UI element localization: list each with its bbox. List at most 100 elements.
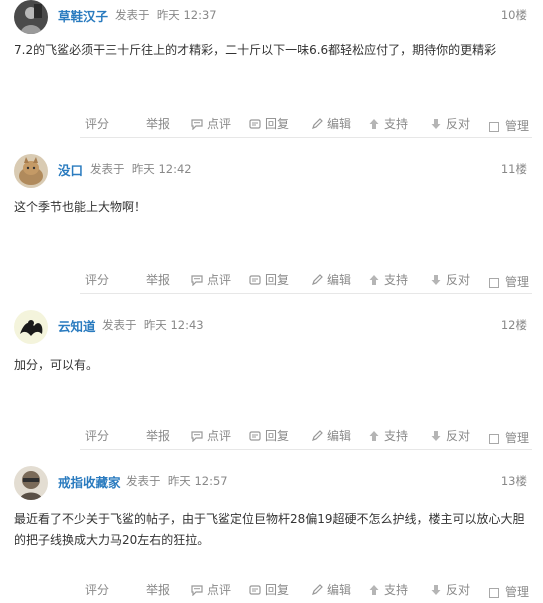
comment-button[interactable]: 点评 <box>191 271 231 288</box>
author-name[interactable]: 戒指收藏家 <box>58 472 121 491</box>
manage-label: 管理 <box>505 119 530 133</box>
support-button[interactable]: 支持 <box>368 581 408 598</box>
checkbox-icon[interactable] <box>489 433 499 444</box>
checkbox-icon[interactable] <box>489 121 499 132</box>
support-label: 支持 <box>384 117 409 131</box>
manage-checkbox[interactable]: 管理 <box>489 429 529 446</box>
content-line: 加分，可以有。 <box>14 358 99 372</box>
checkbox-icon[interactable] <box>489 587 499 598</box>
author-name[interactable]: 云知道 <box>58 316 96 335</box>
pencil-icon <box>311 583 323 596</box>
rate-button[interactable]: 评分 <box>85 271 109 288</box>
rate-button[interactable]: 评分 <box>85 427 109 444</box>
report-button[interactable]: 举报 <box>146 581 170 598</box>
rate-button[interactable]: 评分 <box>85 581 109 598</box>
thumb-up-arrow-icon <box>368 430 380 442</box>
edit-button[interactable]: 编辑 <box>311 427 351 444</box>
thumb-down-arrow-icon <box>430 430 442 442</box>
floor-number[interactable]: 13楼 <box>501 473 527 489</box>
content-line: 这个季节也能上大物啊！ <box>14 200 147 214</box>
post-time: 昨天 12:57 <box>167 474 228 488</box>
report-button[interactable]: 举报 <box>146 271 170 288</box>
oppose-button[interactable]: 反对 <box>430 115 470 132</box>
post-time: 昨天 12:37 <box>156 8 217 22</box>
author-name[interactable]: 没口 <box>58 160 83 179</box>
report-button[interactable]: 举报 <box>146 115 170 132</box>
manage-checkbox[interactable]: 管理 <box>489 273 529 290</box>
rate-label: 评分 <box>85 429 110 443</box>
rate-label: 评分 <box>85 117 110 131</box>
manage-checkbox[interactable]: 管理 <box>489 117 529 134</box>
reply-button[interactable]: 回复 <box>249 581 289 598</box>
reply-button[interactable]: 回复 <box>249 271 289 288</box>
support-label: 支持 <box>384 583 409 597</box>
chat-bubble-icon <box>191 274 203 286</box>
comment-button[interactable]: 点评 <box>191 427 231 444</box>
comment-label: 点评 <box>207 117 232 131</box>
post-content: 这个季节也能上大物啊！ <box>14 197 529 218</box>
avatar[interactable] <box>14 466 48 500</box>
post-header: 没口 发表于 昨天 12:42 11楼 <box>0 154 543 188</box>
post-meta: 发表于 昨天 12:42 <box>90 161 192 177</box>
thumb-up-arrow-icon <box>368 118 380 130</box>
divider <box>80 449 532 450</box>
chat-bubble-icon <box>191 430 203 442</box>
report-button[interactable]: 举报 <box>146 427 170 444</box>
edit-button[interactable]: 编辑 <box>311 115 351 132</box>
floor-number[interactable]: 12楼 <box>501 317 527 333</box>
post-content: 最近看了不少关于飞鲨的帖子，由于飞鲨定位巨物杆28偏19超硬不怎么护线，楼主可以… <box>14 509 529 551</box>
comment-button[interactable]: 点评 <box>191 581 231 598</box>
author-name[interactable]: 草鞋汉子 <box>58 6 108 25</box>
reply-button[interactable]: 回复 <box>249 115 289 132</box>
thumb-up-arrow-icon <box>368 584 380 596</box>
chat-bubble-icon <box>191 118 203 130</box>
avatar[interactable] <box>14 0 48 34</box>
report-label: 举报 <box>146 117 171 131</box>
edit-button[interactable]: 编辑 <box>311 581 351 598</box>
pencil-icon <box>311 429 323 442</box>
report-label: 举报 <box>146 583 171 597</box>
chat-bubble-icon <box>191 584 203 596</box>
oppose-label: 反对 <box>446 583 471 597</box>
post-time: 昨天 12:42 <box>131 162 192 176</box>
support-button[interactable]: 支持 <box>368 271 408 288</box>
reply-label: 回复 <box>265 429 290 443</box>
reply-label: 回复 <box>265 583 290 597</box>
post-floor-12: 云知道 发表于 昨天 12:43 12楼 加分，可以有。 评分 举报 点评 回复… <box>0 310 543 450</box>
oppose-button[interactable]: 反对 <box>430 427 470 444</box>
avatar[interactable] <box>14 310 48 344</box>
oppose-label: 反对 <box>446 117 471 131</box>
floor-number[interactable]: 10楼 <box>501 7 527 23</box>
report-label: 举报 <box>146 429 171 443</box>
floor-number[interactable]: 11楼 <box>501 161 527 177</box>
avatar[interactable] <box>14 154 48 188</box>
posted-label: 发表于 <box>126 474 161 488</box>
edit-label: 编辑 <box>327 117 352 131</box>
manage-checkbox[interactable]: 管理 <box>489 583 529 600</box>
comment-label: 点评 <box>207 273 232 287</box>
comment-button[interactable]: 点评 <box>191 115 231 132</box>
reply-button[interactable]: 回复 <box>249 427 289 444</box>
edit-label: 编辑 <box>327 583 352 597</box>
support-button[interactable]: 支持 <box>368 115 408 132</box>
report-label: 举报 <box>146 273 171 287</box>
oppose-label: 反对 <box>446 273 471 287</box>
reply-icon <box>249 118 261 130</box>
thumb-up-arrow-icon <box>368 274 380 286</box>
rate-button[interactable]: 评分 <box>85 115 109 132</box>
rate-label: 评分 <box>85 583 110 597</box>
support-label: 支持 <box>384 429 409 443</box>
oppose-button[interactable]: 反对 <box>430 271 470 288</box>
edit-label: 编辑 <box>327 273 352 287</box>
checkbox-icon[interactable] <box>489 277 499 288</box>
manage-label: 管理 <box>505 585 530 599</box>
edit-button[interactable]: 编辑 <box>311 271 351 288</box>
support-button[interactable]: 支持 <box>368 427 408 444</box>
content-line: 的把子线换成大力马20左右的狂拉。 <box>14 533 210 547</box>
content-line: 最近看了不少关于飞鲨的帖子，由于飞鲨定位巨物杆28偏19超硬不怎么护线，楼主可以… <box>14 512 525 526</box>
reply-icon <box>249 274 261 286</box>
manage-label: 管理 <box>505 431 530 445</box>
oppose-button[interactable]: 反对 <box>430 581 470 598</box>
post-actions: 评分 举报 点评 回复 编辑 支持 反对 管理 <box>0 423 543 447</box>
thumb-down-arrow-icon <box>430 274 442 286</box>
